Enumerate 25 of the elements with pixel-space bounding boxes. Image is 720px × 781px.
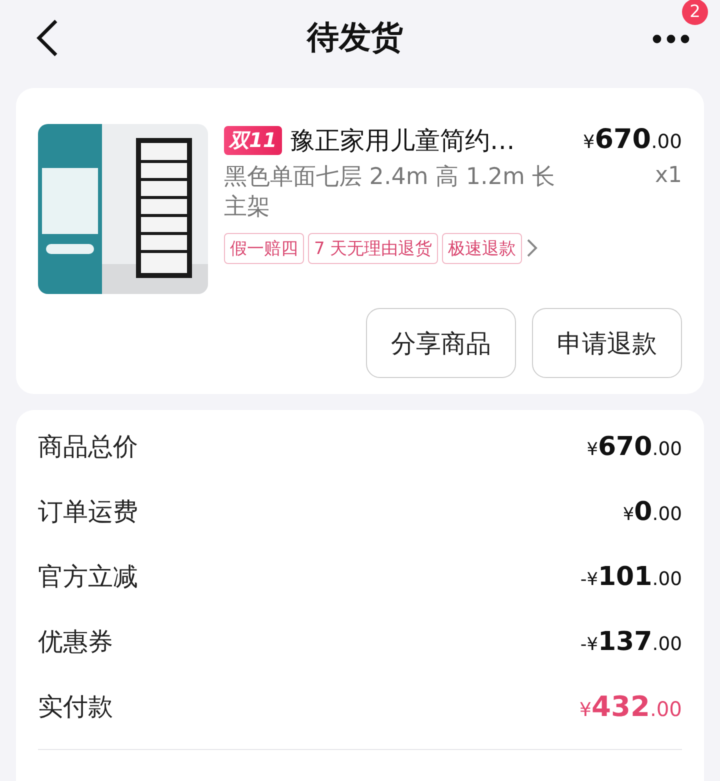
summary-label: 实付款 (38, 691, 113, 723)
summary-label: 商品总价 (38, 431, 138, 463)
chevron-right-icon[interactable] (526, 238, 538, 258)
summary-amount: -¥101.00 (580, 562, 682, 592)
service-tag: 7 天无理由退货 (308, 232, 438, 264)
service-tag: 假一赔四 (224, 232, 304, 264)
product-title[interactable]: 豫正家用儿童简约… (290, 124, 515, 157)
product-price: ¥670.00 (583, 124, 682, 155)
product-spec: 黑色单面七层 2.4m 高 1.2m 长主架 (224, 163, 556, 222)
summary-label: 订单运费 (38, 496, 138, 528)
action-button[interactable]: 分享商品 (366, 308, 516, 378)
promo-label: 双11 (224, 126, 282, 155)
summary-label: 优惠券 (38, 626, 113, 658)
summary-amount: ¥432.00 (579, 690, 682, 723)
action-button[interactable]: 申请退款 (532, 308, 682, 378)
quantity: x1 (654, 163, 682, 188)
service-tag: 极速退款 (442, 232, 522, 264)
summary-amount: ¥670.00 (586, 432, 682, 462)
summary-amount: ¥0.00 (622, 496, 682, 526)
notification-badge: 2 (682, 0, 708, 24)
summary-label: 官方立减 (38, 561, 138, 593)
summary-amount: -¥137.00 (580, 626, 682, 656)
more-icon[interactable] (652, 34, 690, 44)
back-icon[interactable] (36, 19, 58, 57)
page-title: 待发货 (307, 17, 403, 58)
